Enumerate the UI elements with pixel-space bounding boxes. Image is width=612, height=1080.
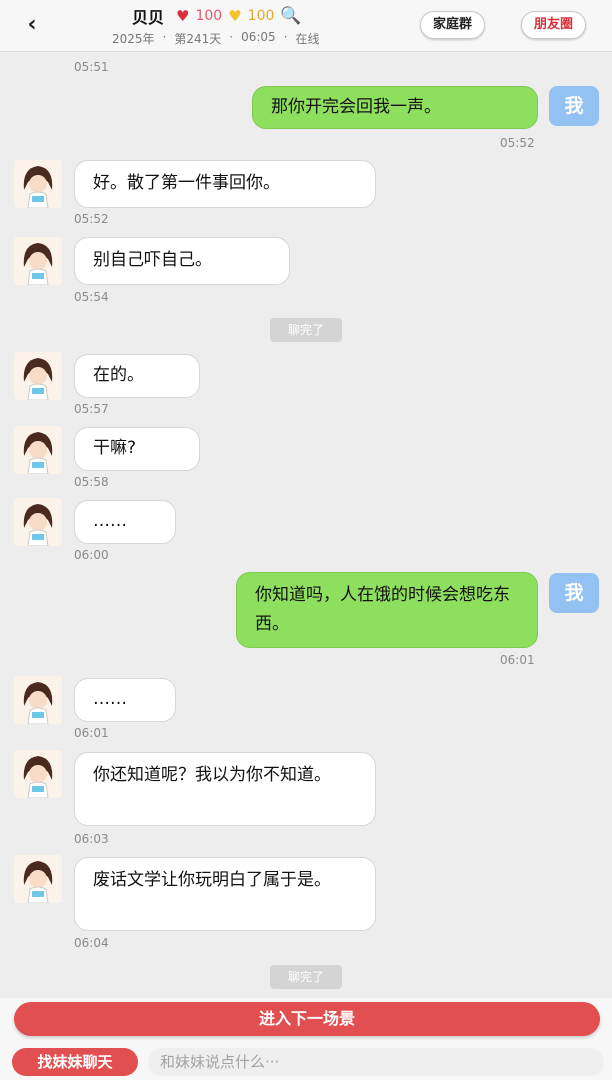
message-text: 那你开完会回我一声。 (271, 97, 441, 117)
moments-button[interactable]: 朋友圈 (521, 11, 587, 39)
message-time: 06:03 (74, 832, 109, 846)
avatar[interactable] (14, 352, 62, 400)
find-sister-button[interactable]: 找妹妹聊天 (12, 1048, 138, 1076)
girl-avatar-icon (14, 676, 62, 724)
year-label: 2025年 (112, 32, 155, 46)
message-time: 05:52 (74, 212, 109, 226)
sister-message: …… (74, 500, 176, 544)
message-time: 06:01 (74, 726, 109, 740)
message-time: 06:01 (500, 653, 535, 667)
message-text: 别自己吓自己。 (93, 250, 212, 270)
girl-avatar-icon (14, 498, 62, 546)
gold-value: 100 (247, 8, 275, 24)
separator: · (229, 30, 234, 44)
family-group-button[interactable]: 家庭群 (420, 11, 486, 39)
message-text: 在的。 (93, 365, 144, 385)
avatar[interactable] (14, 160, 62, 208)
heart-icon: ♥ (176, 7, 190, 25)
girl-avatar-icon (14, 750, 62, 798)
gold-heart-icon: ♥ (228, 7, 242, 25)
girl-avatar-icon (14, 855, 62, 903)
avatar[interactable] (14, 855, 62, 903)
message-time: 05:52 (500, 136, 535, 150)
chat-header: ‹ 贝贝 ♥ 100 ♥ 100 🔍 2025年 · 第241天 · 06:05… (0, 0, 612, 52)
girl-avatar-icon (14, 160, 62, 208)
bottom-bar: 进入下一场景 找妹妹聊天 (0, 998, 612, 1080)
next-scene-button[interactable]: 进入下一场景 (14, 1002, 600, 1036)
separator: · (162, 30, 167, 44)
sister-message: 在的。 (74, 354, 200, 398)
title-row: 贝贝 ♥ 100 ♥ 100 🔍 (132, 4, 302, 28)
message-input[interactable] (148, 1048, 604, 1076)
chat-ended-divider: 聊完了 (270, 965, 342, 989)
avatar[interactable] (14, 498, 62, 546)
sister-message: 好。散了第一件事回你。 (74, 160, 376, 208)
avatar[interactable] (14, 426, 62, 474)
message-text: …… (93, 511, 127, 531)
status-line: 2025年 · 第241天 · 06:05 · 在线 (112, 30, 320, 47)
message-time: 06:04 (74, 936, 109, 950)
message-text: …… (93, 689, 127, 709)
message-time: 05:51 (74, 60, 109, 74)
message-time: 05:54 (74, 290, 109, 304)
my-avatar: 我 (549, 573, 599, 613)
girl-avatar-icon (14, 426, 62, 474)
sister-message: …… (74, 678, 176, 722)
search-icon[interactable]: 🔍 (280, 6, 301, 26)
girl-avatar-icon (14, 237, 62, 285)
separator: · (283, 30, 288, 44)
sister-message: 干嘛? (74, 427, 200, 471)
my-message: 你知道吗，人在饿的时候会想吃东西。 (236, 572, 538, 648)
message-text: 你知道吗，人在饿的时候会想吃东西。 (255, 585, 510, 634)
back-button[interactable]: ‹ (20, 10, 44, 40)
girl-avatar-icon (14, 352, 62, 400)
message-time: 05:57 (74, 402, 109, 416)
online-status: 在线 (295, 32, 320, 46)
contact-name: 贝贝 (132, 8, 165, 27)
chat-area[interactable]: 05:51 那你开完会回我一声。 我 05:52 好。散了第一件事回你。 05:… (0, 52, 612, 998)
avatar[interactable] (14, 750, 62, 798)
my-message: 那你开完会回我一声。 (252, 86, 538, 129)
sister-message: 你还知道呢？我以为你不知道。 (74, 752, 376, 826)
day-label: 第241天 (174, 32, 222, 46)
my-avatar: 我 (549, 86, 599, 126)
message-text: 干嘛? (93, 438, 137, 458)
message-time: 05:58 (74, 475, 109, 489)
message-text: 废话文学让你玩明白了属于是。 (93, 870, 331, 890)
affection-value: 100 (195, 8, 223, 24)
clock-label: 06:05 (241, 30, 276, 44)
message-time: 06:00 (74, 548, 109, 562)
message-text: 好。散了第一件事回你。 (93, 173, 280, 193)
chat-ended-divider: 聊完了 (270, 318, 342, 342)
avatar[interactable] (14, 676, 62, 724)
sister-message: 别自己吓自己。 (74, 237, 290, 285)
message-text: 你还知道呢？我以为你不知道。 (93, 765, 331, 785)
avatar[interactable] (14, 237, 62, 285)
sister-message: 废话文学让你玩明白了属于是。 (74, 857, 376, 931)
